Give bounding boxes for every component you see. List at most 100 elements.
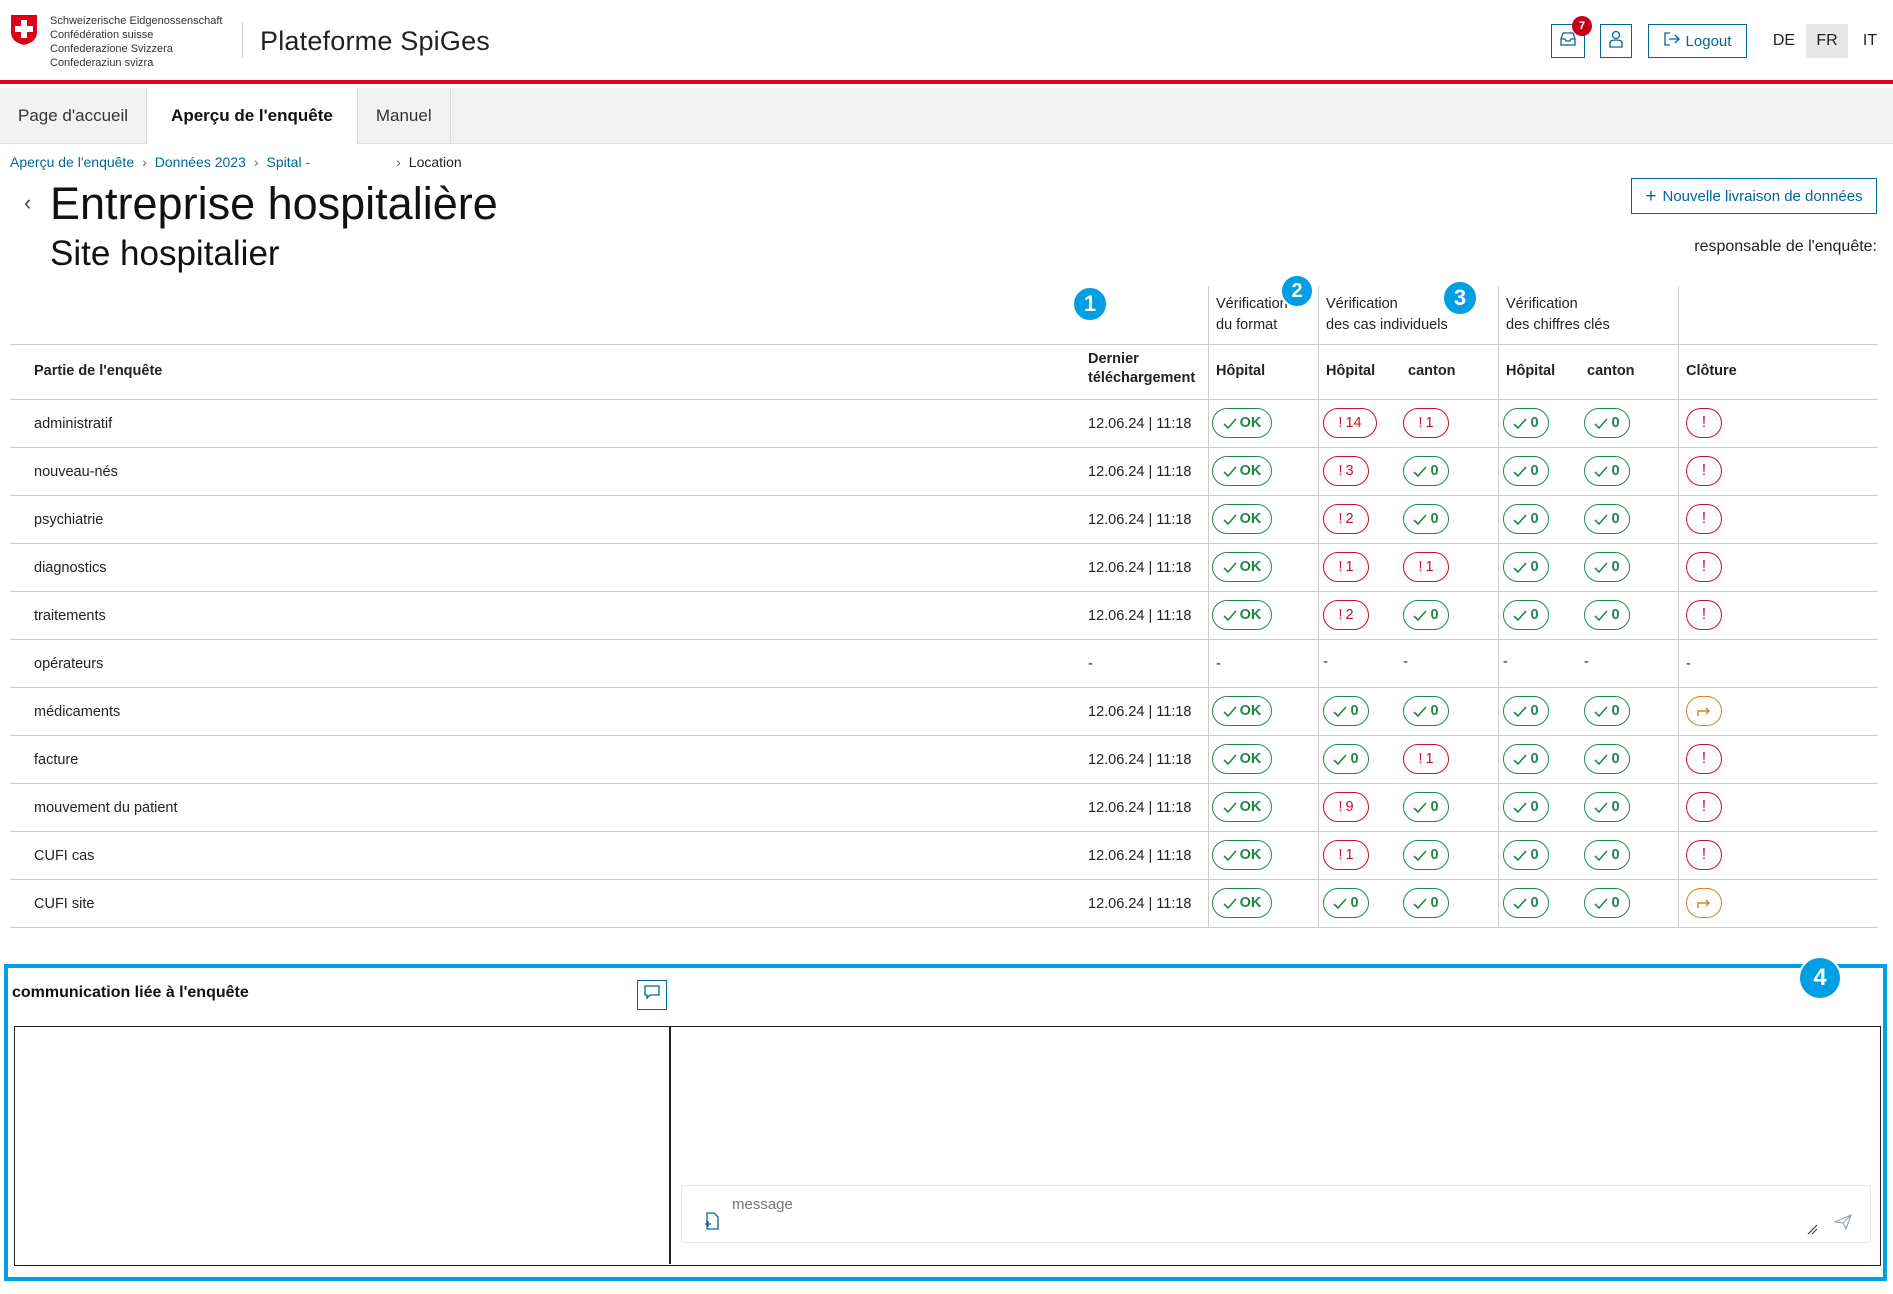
table-row-label[interactable]: CUFI site (34, 896, 94, 912)
format-status-button[interactable]: OK (1212, 696, 1272, 726)
cases-hospital-status[interactable]: ! 2 (1323, 504, 1369, 534)
key-hospital-status[interactable]: 0 (1503, 552, 1549, 582)
language-fr[interactable]: FR (1806, 24, 1848, 58)
cases-canton-status[interactable]: ! 1 (1403, 744, 1449, 774)
language-it[interactable]: IT (1849, 24, 1891, 58)
page-subtitle: Site hospitalier (50, 234, 280, 273)
table-row-label[interactable]: psychiatrie (34, 512, 103, 528)
closure-error-button[interactable]: ! (1686, 840, 1722, 870)
key-hospital-status[interactable]: 0 (1503, 408, 1549, 438)
closure-error-button[interactable]: ! (1686, 504, 1722, 534)
closure-error-button[interactable]: ! (1686, 552, 1722, 582)
closure-error-button[interactable]: ! (1686, 408, 1722, 438)
key-canton-status[interactable]: 0 (1584, 888, 1630, 918)
status-count: 0 (1430, 703, 1439, 719)
language-de[interactable]: DE (1763, 24, 1805, 58)
cases-canton-status[interactable]: ! 1 (1403, 552, 1449, 582)
tab-manual[interactable]: Manuel (358, 88, 451, 144)
key-hospital-status[interactable]: 0 (1503, 840, 1549, 870)
key-hospital-status[interactable]: 0 (1503, 456, 1549, 486)
format-status-button[interactable]: OK (1212, 744, 1272, 774)
user-profile-button[interactable] (1600, 24, 1632, 58)
cases-canton-status[interactable]: 0 (1403, 600, 1449, 630)
key-canton-status[interactable]: 0 (1584, 504, 1630, 534)
resize-handle-icon[interactable] (1806, 1222, 1818, 1240)
confederation-logo[interactable]: Schweizerische Eidgenossenschaft Confédé… (10, 14, 222, 70)
status-count: 1 (1345, 559, 1354, 575)
key-canton-status[interactable]: 0 (1584, 408, 1630, 438)
cases-canton-status[interactable]: 0 (1403, 888, 1449, 918)
table-row-label[interactable]: médicaments (34, 704, 120, 720)
table-row-label[interactable]: nouveau-nés (34, 464, 118, 480)
status-count: 0 (1430, 511, 1439, 527)
closure-error-button[interactable]: ! (1686, 792, 1722, 822)
table-row-label[interactable]: diagnostics (34, 560, 107, 576)
tab-home[interactable]: Page d'accueil (0, 88, 148, 144)
notifications-button[interactable]: 7 (1551, 16, 1592, 58)
format-status-button[interactable]: OK (1212, 504, 1272, 534)
format-status-button[interactable]: OK (1212, 552, 1272, 582)
format-status-button[interactable]: OK (1212, 408, 1272, 438)
cases-canton-status[interactable]: 0 (1403, 840, 1449, 870)
key-canton-status[interactable]: 0 (1584, 456, 1630, 486)
cases-hospital-status[interactable]: 0 (1323, 888, 1369, 918)
send-icon[interactable] (1832, 1213, 1853, 1235)
tab-survey-overview[interactable]: Aperçu de l'enquête (147, 88, 358, 144)
back-chevron-icon[interactable]: ‹ (24, 190, 31, 216)
closure-error-button[interactable]: ! (1686, 744, 1722, 774)
table-row-label[interactable]: mouvement du patient (34, 800, 177, 816)
cases-canton-status[interactable]: 0 (1403, 456, 1449, 486)
cases-canton-status[interactable]: 0 (1403, 792, 1449, 822)
key-hospital-status[interactable]: 0 (1503, 696, 1549, 726)
cases-hospital-status[interactable]: ! 1 (1323, 840, 1369, 870)
table-row-label[interactable]: CUFI cas (34, 848, 94, 864)
key-hospital-status[interactable]: 0 (1503, 888, 1549, 918)
key-canton-status[interactable]: 0 (1584, 744, 1630, 774)
key-canton-status[interactable]: 0 (1584, 792, 1630, 822)
format-status-button[interactable]: OK (1212, 600, 1272, 630)
cases-canton-status[interactable]: ! 1 (1403, 408, 1449, 438)
check-icon (1223, 513, 1237, 525)
cases-hospital-status[interactable]: ! 14 (1323, 408, 1377, 438)
cases-canton-status[interactable]: 0 (1403, 696, 1449, 726)
table-row-label[interactable]: traitements (34, 608, 106, 624)
format-status-button[interactable]: OK (1212, 888, 1272, 918)
breadcrumb-item[interactable]: Données 2023 (155, 154, 246, 170)
closure-forward-button[interactable] (1686, 696, 1722, 726)
table-row-date: 12.06.24 | 11:18 (1088, 416, 1192, 432)
new-message-button[interactable] (637, 980, 667, 1010)
cases-hospital-status[interactable]: 0 (1323, 744, 1369, 774)
cases-hospital-status-empty: - (1323, 654, 1328, 670)
cases-hospital-status[interactable]: ! 2 (1323, 600, 1369, 630)
format-status-button[interactable]: OK (1212, 840, 1272, 870)
cases-hospital-status[interactable]: ! 3 (1323, 456, 1369, 486)
status-count: 3 (1345, 463, 1354, 479)
closure-error-button[interactable]: ! (1686, 456, 1722, 486)
cases-hospital-status[interactable]: ! 9 (1323, 792, 1369, 822)
message-input[interactable] (732, 1196, 1812, 1213)
closure-error-button[interactable]: ! (1686, 600, 1722, 630)
cases-hospital-status[interactable]: 0 (1323, 696, 1369, 726)
breadcrumb-item[interactable]: Spital - (267, 154, 311, 170)
key-canton-status[interactable]: 0 (1584, 552, 1630, 582)
table-row-label[interactable]: administratif (34, 416, 112, 432)
cases-canton-status[interactable]: 0 (1403, 504, 1449, 534)
key-hospital-status[interactable]: 0 (1503, 600, 1549, 630)
key-hospital-status[interactable]: 0 (1503, 504, 1549, 534)
check-icon (1594, 897, 1609, 909)
breadcrumb-item[interactable]: Aperçu de l'enquête (10, 154, 134, 170)
format-status-button[interactable]: OK (1212, 456, 1272, 486)
logout-button[interactable]: Logout (1648, 24, 1747, 58)
key-canton-status[interactable]: 0 (1584, 600, 1630, 630)
format-status-button[interactable]: OK (1212, 792, 1272, 822)
cases-hospital-status[interactable]: ! 1 (1323, 552, 1369, 582)
key-canton-status[interactable]: 0 (1584, 840, 1630, 870)
key-hospital-status[interactable]: 0 (1503, 744, 1549, 774)
key-canton-status[interactable]: 0 (1584, 696, 1630, 726)
table-row-label[interactable]: facture (34, 752, 78, 768)
attach-file-icon[interactable] (704, 1212, 720, 1235)
key-hospital-status[interactable]: 0 (1503, 792, 1549, 822)
new-data-delivery-button[interactable]: + Nouvelle livraison de données (1631, 178, 1877, 214)
closure-forward-button[interactable] (1686, 888, 1722, 918)
table-row-label[interactable]: opérateurs (34, 656, 103, 672)
